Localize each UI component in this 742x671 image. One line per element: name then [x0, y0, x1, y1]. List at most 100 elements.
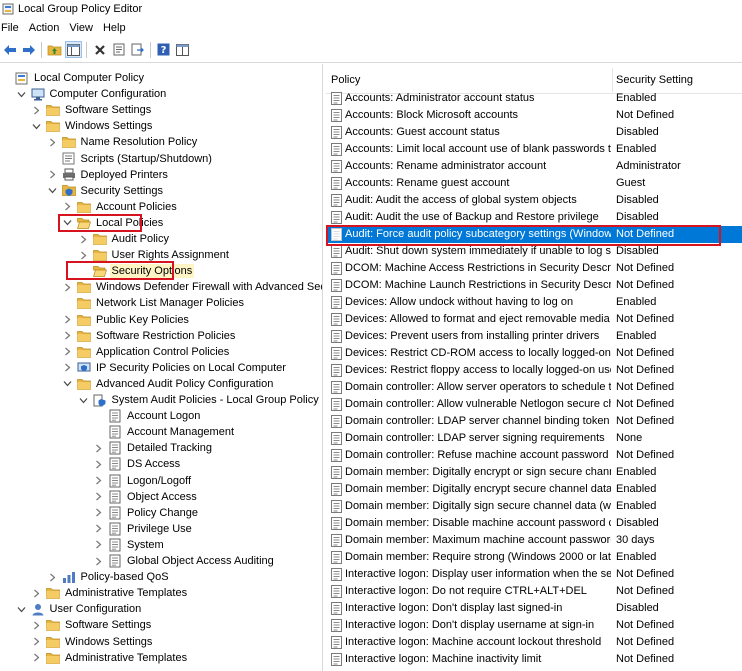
column-header-security-setting[interactable]: Security Setting [616, 74, 693, 86]
chevron-right-icon[interactable] [94, 557, 103, 566]
chevron-down-icon[interactable] [79, 396, 88, 405]
policy-row[interactable]: DCOM: Machine Launch Restrictions in Sec… [326, 277, 742, 294]
tree-node[interactable]: Account Policies [63, 199, 179, 215]
chevron-right-icon[interactable] [48, 573, 57, 582]
tree-node[interactable]: Network List Manager Policies [63, 295, 246, 311]
tree-node[interactable]: System [94, 537, 166, 553]
policy-row[interactable]: Interactive logon: Machine inactivity li… [326, 651, 742, 668]
policy-row[interactable]: Audit: Force audit policy subcategory se… [326, 226, 742, 243]
policy-row[interactable]: Domain member: Digitally encrypt secure … [326, 481, 742, 498]
policy-row[interactable]: Devices: Restrict CD-ROM access to local… [326, 345, 742, 362]
chevron-right-icon[interactable] [79, 251, 88, 260]
tree-node[interactable]: Security Settings [48, 183, 166, 199]
chevron-down-icon[interactable] [32, 122, 41, 131]
chevron-right-icon[interactable] [63, 283, 72, 292]
policy-row[interactable]: Accounts: Limit local account use of bla… [326, 141, 742, 158]
policy-row[interactable]: Interactive logon: Display user informat… [326, 566, 742, 583]
policy-row[interactable]: Interactive logon: Don't display usernam… [326, 617, 742, 634]
chevron-right-icon[interactable] [63, 315, 72, 324]
policy-row[interactable]: Devices: Allowed to format and eject rem… [326, 311, 742, 328]
tree-node[interactable]: Windows Settings [32, 118, 154, 134]
chevron-right-icon[interactable] [63, 331, 72, 340]
chevron-right-icon[interactable] [32, 637, 41, 646]
tree-node[interactable]: Local Computer Policy [1, 70, 146, 86]
policy-row[interactable]: Audit: Audit the use of Backup and Resto… [326, 209, 742, 226]
tree-node[interactable]: Detailed Tracking [94, 440, 214, 456]
policy-row[interactable]: Interactive logon: Do not require CTRL+A… [326, 583, 742, 600]
chevron-right-icon[interactable] [63, 347, 72, 356]
policy-row[interactable]: Domain controller: LDAP server signing r… [326, 430, 742, 447]
policy-row[interactable]: Domain member: Digitally sign secure cha… [326, 498, 742, 515]
tree-node[interactable]: Software Restriction Policies [63, 328, 237, 344]
menu-help[interactable]: Help [100, 22, 133, 34]
tree-node[interactable]: IP Security Policies on Local Computer [63, 360, 288, 376]
tree-node[interactable]: Global Object Access Auditing [94, 553, 276, 569]
chevron-down-icon[interactable] [48, 186, 57, 195]
delete-icon[interactable] [91, 41, 108, 58]
tree-node[interactable]: Policy Change [94, 505, 200, 521]
tree-node[interactable]: Name Resolution Policy [48, 134, 200, 150]
tree-node[interactable]: User Configuration [17, 601, 144, 617]
policy-row[interactable]: Domain member: Digitally encrypt or sign… [326, 464, 742, 481]
policy-row[interactable]: Audit: Shut down system immediately if u… [326, 243, 742, 260]
tree-node[interactable]: Computer Configuration [17, 86, 169, 102]
policy-row[interactable]: Domain member: Require strong (Windows 2… [326, 549, 742, 566]
policy-row[interactable]: Accounts: Rename guest account Guest [326, 175, 742, 192]
chevron-right-icon[interactable] [32, 589, 41, 598]
back-arrow-icon[interactable] [1, 41, 18, 58]
properties-icon[interactable] [110, 41, 127, 58]
policy-row[interactable]: Devices: Restrict floppy access to local… [326, 362, 742, 379]
menu-file[interactable]: File [0, 22, 26, 34]
policy-row[interactable]: Devices: Prevent users from installing p… [326, 328, 742, 345]
policy-row[interactable]: Domain controller: LDAP server channel b… [326, 413, 742, 430]
tree-node[interactable]: Windows Settings [32, 634, 154, 650]
forward-arrow-icon[interactable] [20, 41, 37, 58]
chevron-right-icon[interactable] [94, 540, 103, 549]
chevron-right-icon[interactable] [94, 476, 103, 485]
chevron-down-icon[interactable] [63, 218, 72, 227]
chevron-right-icon[interactable] [32, 653, 41, 662]
policy-row[interactable]: Accounts: Guest account status Disabled [326, 124, 742, 141]
tree-node[interactable]: Scripts (Startup/Shutdown) [48, 151, 214, 167]
tree-node[interactable]: Audit Policy [79, 231, 171, 247]
tree-node[interactable]: Software Settings [32, 102, 153, 118]
policy-row[interactable]: Audit: Audit the access of global system… [326, 192, 742, 209]
tree-node[interactable]: Windows Defender Firewall with Advanced … [63, 279, 322, 295]
chevron-right-icon[interactable] [94, 460, 103, 469]
tree-node[interactable]: Advanced Audit Policy Configuration [63, 376, 275, 392]
chevron-right-icon[interactable] [63, 202, 72, 211]
menu-action[interactable]: Action [26, 22, 67, 34]
chevron-right-icon[interactable] [32, 106, 41, 115]
show-hide-tree-icon[interactable] [65, 41, 82, 58]
tree-node[interactable]: Privilege Use [94, 521, 194, 537]
tree-node[interactable]: Account Management [94, 424, 236, 440]
tree-node[interactable]: Application Control Policies [63, 344, 231, 360]
tree-node[interactable]: Logon/Logoff [94, 473, 193, 489]
chevron-down-icon[interactable] [17, 90, 26, 99]
column-header-policy[interactable]: Policy [331, 74, 360, 86]
tree-node[interactable]: Administrative Templates [32, 585, 189, 601]
policy-row[interactable]: Interactive logon: Machine account locko… [326, 634, 742, 651]
chevron-right-icon[interactable] [48, 170, 57, 179]
chevron-right-icon[interactable] [94, 508, 103, 517]
chevron-right-icon[interactable] [94, 444, 103, 453]
menu-view[interactable]: View [66, 22, 100, 34]
tree-node[interactable]: Administrative Templates [32, 650, 189, 666]
policy-row[interactable]: Domain controller: Allow server operator… [326, 379, 742, 396]
chevron-down-icon[interactable] [63, 379, 72, 388]
policy-row[interactable]: Domain member: Maximum machine account p… [326, 532, 742, 549]
tree-node[interactable]: DS Access [94, 456, 182, 472]
tree-node[interactable]: Public Key Policies [63, 312, 191, 328]
policy-row[interactable]: Accounts: Administrator account status En… [326, 90, 742, 107]
tree-node[interactable]: Account Logon [94, 408, 202, 424]
tree-node[interactable]: User Rights Assignment [79, 247, 231, 263]
export-list-icon[interactable] [129, 41, 146, 58]
chevron-right-icon[interactable] [94, 524, 103, 533]
policy-row[interactable]: Domain controller: Refuse machine accoun… [326, 447, 742, 464]
chevron-right-icon[interactable] [79, 235, 88, 244]
tree-node[interactable]: Security Options [79, 263, 195, 279]
help-icon[interactable]: ? [155, 41, 172, 58]
column-divider[interactable] [612, 68, 613, 92]
policy-row[interactable]: Interactive logon: Don't display last si… [326, 600, 742, 617]
policy-row[interactable]: Accounts: Rename administrator account Ad… [326, 158, 742, 175]
